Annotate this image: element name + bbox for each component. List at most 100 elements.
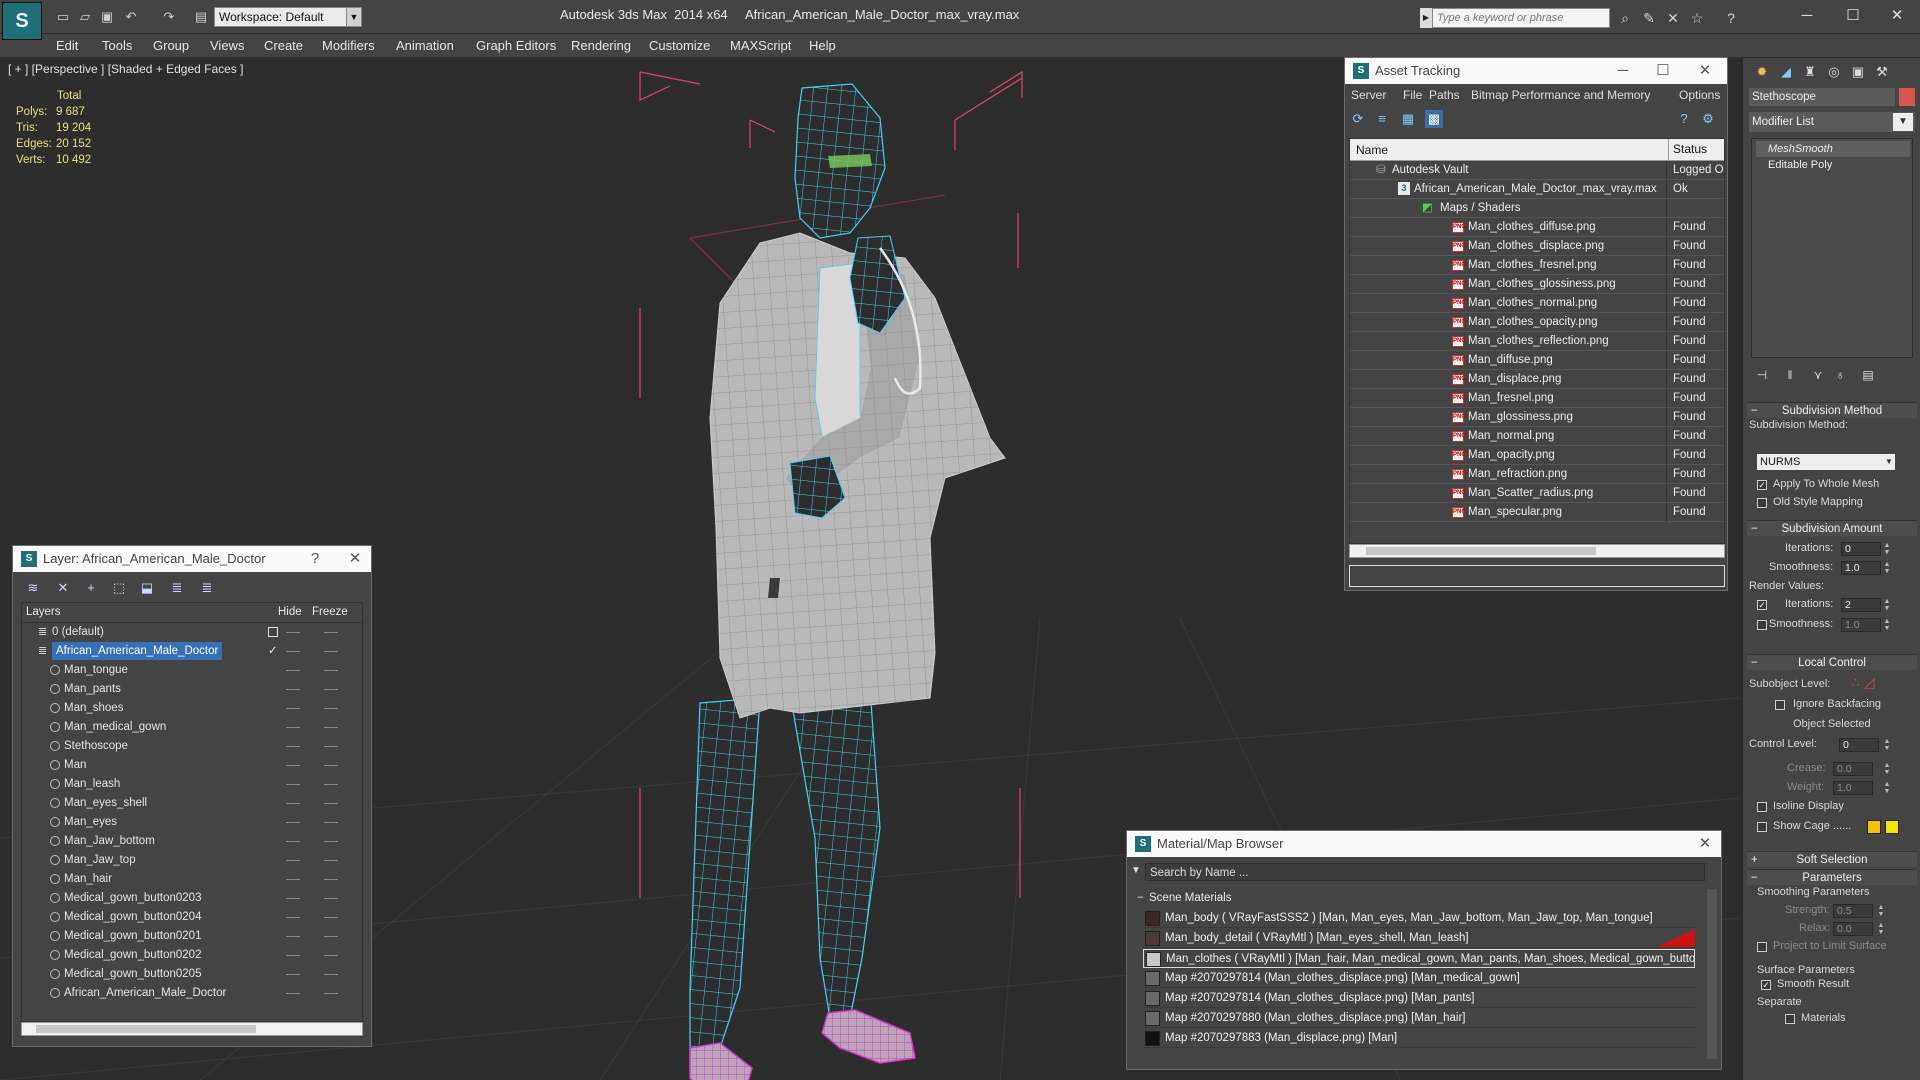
close-icon[interactable]: ✕ xyxy=(1693,58,1717,84)
layer-object-row[interactable]: Man xyxy=(22,756,362,775)
asset-row[interactable]: PNG Man_Scatter_radius.png Found xyxy=(1350,484,1724,503)
scene-materials-group[interactable]: − Scene Materials xyxy=(1135,889,1695,907)
object-name-field[interactable]: Stethoscope xyxy=(1749,88,1895,106)
menu-edit[interactable]: Edit xyxy=(56,38,78,53)
menu-animation[interactable]: Animation xyxy=(396,38,454,53)
strength-spinner[interactable]: 0.5 xyxy=(1833,904,1873,918)
refresh-icon[interactable]: ⟳ xyxy=(1349,110,1367,128)
list-view-icon[interactable]: ≡ xyxy=(1373,110,1391,128)
asset-menu-server[interactable]: Server xyxy=(1351,88,1386,102)
rollout-local-control[interactable]: − Local Control xyxy=(1747,654,1917,670)
open-file-icon[interactable]: ▱ xyxy=(76,8,94,26)
material-row[interactable]: Map #2070297880 (Man_clothes_displace.pn… xyxy=(1143,1009,1695,1028)
subdivision-method-dropdown[interactable]: NURMS xyxy=(1757,454,1895,470)
close-icon[interactable]: ✕ xyxy=(1876,4,1918,28)
rollout-subdivision-method[interactable]: − Subdivision Method xyxy=(1747,402,1917,418)
help-icon[interactable]: ? xyxy=(303,546,327,572)
render-smoothness-spinner[interactable]: 1.0 xyxy=(1841,618,1881,632)
hide-toggle[interactable] xyxy=(286,651,300,652)
layer-object-row[interactable]: Man_pants xyxy=(22,680,362,699)
layer-object-row[interactable]: Stethoscope xyxy=(22,737,362,756)
asset-row[interactable]: PNG Man_clothes_fresnel.png Found xyxy=(1350,256,1724,275)
freeze-toggle[interactable] xyxy=(324,879,338,880)
hide-toggle[interactable] xyxy=(286,708,300,709)
hide-toggle[interactable] xyxy=(286,765,300,766)
spinner-arrows-icon[interactable]: ▲ ▼ xyxy=(1877,922,1885,936)
hide-toggle[interactable] xyxy=(286,689,300,690)
smooth-result-checkbox[interactable]: ✓ xyxy=(1761,980,1771,990)
cage-color-swatch-1[interactable] xyxy=(1867,820,1881,834)
material-vertical-scrollbar[interactable] xyxy=(1707,889,1717,1059)
modify-tab-icon[interactable]: ◢ xyxy=(1775,62,1797,82)
freeze-toggle[interactable] xyxy=(324,784,338,785)
freeze-toggle[interactable] xyxy=(324,993,338,994)
binoculars-icon[interactable]: ⌕ xyxy=(1616,9,1634,27)
layer-object-row[interactable]: Man_hair xyxy=(22,870,362,889)
project-folder-icon[interactable]: ▤ xyxy=(192,8,210,26)
asset-menu-paths[interactable]: Paths xyxy=(1429,88,1460,102)
col-freeze[interactable]: Freeze xyxy=(312,606,348,618)
menu-rendering[interactable]: Rendering xyxy=(571,38,631,53)
settings-icon[interactable]: ⚙ xyxy=(1699,110,1717,128)
checkmark-icon[interactable]: ✓ xyxy=(268,642,278,660)
menu-maxscript[interactable]: MAXScript xyxy=(730,38,791,53)
old-style-mapping-checkbox[interactable] xyxy=(1757,498,1767,508)
asset-row[interactable]: PNG Man_specular.png Found xyxy=(1350,503,1724,522)
close-icon[interactable]: ✕ xyxy=(1693,831,1717,857)
hide-toggle[interactable] xyxy=(286,974,300,975)
weight-spinner[interactable]: 1.0 xyxy=(1833,781,1873,795)
asset-row[interactable]: PNG Man_clothes_displace.png Found xyxy=(1350,237,1724,256)
menu-create[interactable]: Create xyxy=(264,38,303,53)
hide-toggle[interactable] xyxy=(286,879,300,880)
layer-object-row[interactable]: Medical_gown_button0204 xyxy=(22,908,362,927)
material-row[interactable]: Man_body ( VRayFastSSS2 ) [Man, Man_eyes… xyxy=(1143,909,1695,928)
chevron-right-icon[interactable]: ▶ xyxy=(1420,8,1432,28)
spinner-arrows-icon[interactable]: ▲ ▼ xyxy=(1883,542,1891,556)
asset-row[interactable]: PNG Man_clothes_normal.png Found xyxy=(1350,294,1724,313)
asset-row[interactable]: PNG Man_fresnel.png Found xyxy=(1350,389,1724,408)
freeze-toggle[interactable] xyxy=(324,689,338,690)
relax-spinner[interactable]: 0.0 xyxy=(1833,922,1873,936)
hierarchy-tab-icon[interactable]: ♜ xyxy=(1799,62,1821,82)
freeze-toggle[interactable] xyxy=(324,860,338,861)
save-icon[interactable]: ▣ xyxy=(98,8,116,26)
material-row[interactable]: Map #2070297814 (Man_clothes_displace.pn… xyxy=(1143,969,1695,988)
col-layers[interactable]: Layers xyxy=(26,606,61,618)
isoline-display-checkbox[interactable] xyxy=(1757,802,1767,812)
crease-spinner[interactable]: 0.0 xyxy=(1833,762,1873,776)
select-highlight-icon[interactable]: ⬚ xyxy=(109,578,129,598)
material-browser-titlebar[interactable]: S Material/Map Browser ✕ xyxy=(1127,831,1721,857)
freeze-toggle[interactable] xyxy=(324,898,338,899)
rollout-parameters[interactable]: − Parameters xyxy=(1747,869,1917,885)
cage-color-swatch-2[interactable] xyxy=(1885,820,1899,834)
minimize-icon[interactable]: ─ xyxy=(1611,58,1635,84)
col-hide[interactable]: Hide xyxy=(278,606,302,618)
material-row[interactable]: Man_clothes ( VRayMtl ) [Man_hair, Man_m… xyxy=(1143,949,1695,968)
spinner-arrows-icon[interactable]: ▲ ▼ xyxy=(1877,904,1885,918)
subscription-icon[interactable]: ✎ xyxy=(1640,9,1658,27)
layer-object-row[interactable]: Man_tongue xyxy=(22,661,362,680)
control-level-spinner[interactable]: 0 xyxy=(1839,738,1879,752)
hide-toggle[interactable] xyxy=(286,936,300,937)
create-tab-icon[interactable]: ✹ xyxy=(1751,62,1773,82)
hide-toggle[interactable] xyxy=(286,822,300,823)
new-file-icon[interactable]: ▭ xyxy=(54,8,72,26)
freeze-toggle[interactable] xyxy=(324,765,338,766)
layer-object-row[interactable]: Man_Jaw_bottom xyxy=(22,832,362,851)
help-icon[interactable]: ? xyxy=(1722,9,1740,27)
delete-icon[interactable]: ✕ xyxy=(53,578,73,598)
current-layer-checkbox[interactable] xyxy=(268,627,278,637)
render-iterations-spinner[interactable]: 2 xyxy=(1841,598,1881,612)
menu-tools[interactable]: Tools xyxy=(102,38,132,53)
hide-toggle[interactable] xyxy=(286,917,300,918)
layer-object-row[interactable]: Man_Jaw_top xyxy=(22,851,362,870)
configure-modifier-sets-icon[interactable]: ▤ xyxy=(1859,366,1877,384)
freeze-toggle[interactable] xyxy=(324,727,338,728)
freeze-toggle[interactable] xyxy=(324,841,338,842)
render-iterations-checkbox[interactable]: ✓ xyxy=(1757,600,1767,610)
col-status[interactable]: Status xyxy=(1668,139,1707,160)
asset-row[interactable]: PNG Man_refraction.png Found xyxy=(1350,465,1724,484)
menu-modifiers[interactable]: Modifiers xyxy=(322,38,375,53)
hide-toggle[interactable] xyxy=(286,955,300,956)
redo-icon[interactable]: ↷ xyxy=(160,8,178,26)
